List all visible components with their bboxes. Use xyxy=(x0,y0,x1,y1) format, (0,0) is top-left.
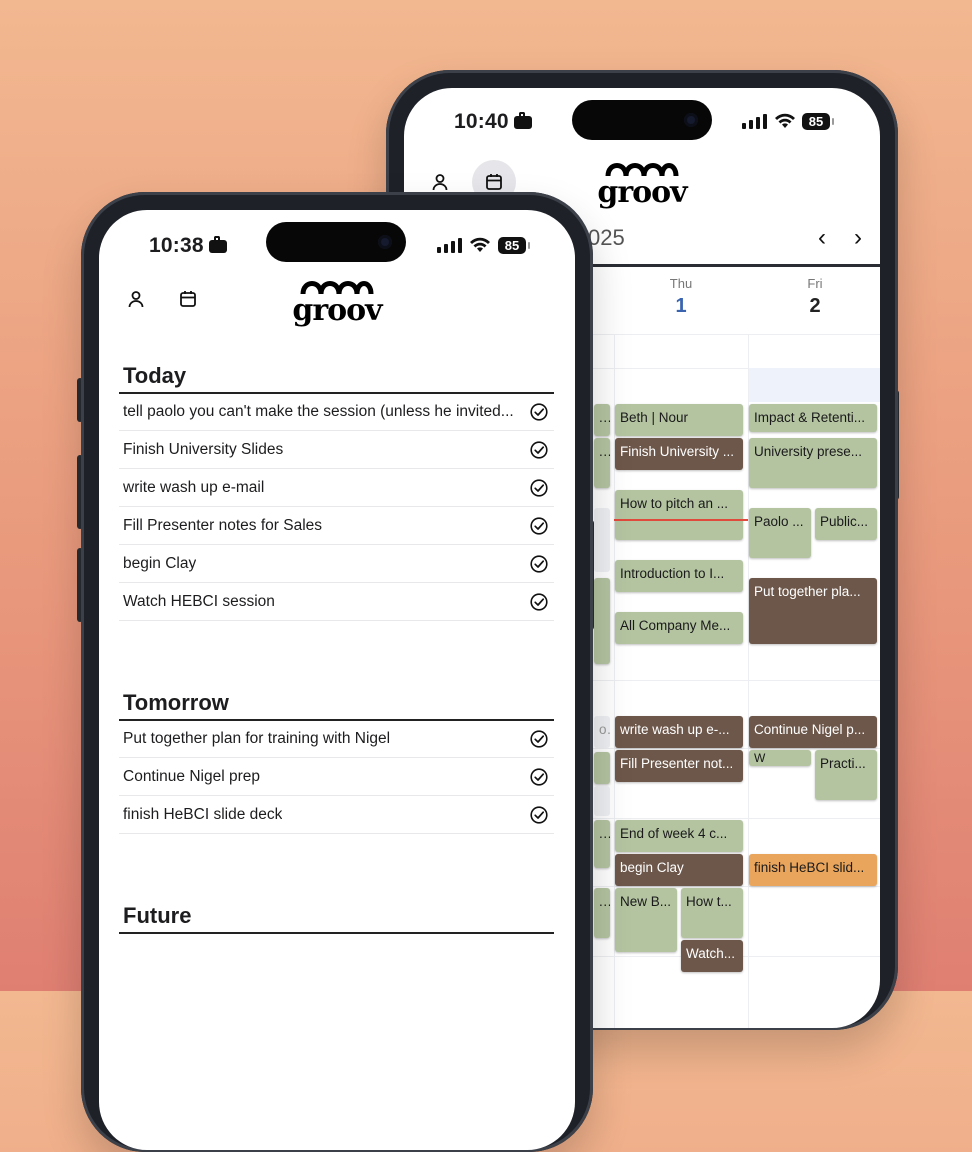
battery-indicator: 85 xyxy=(802,113,834,130)
calendar-event[interactable]: Public... xyxy=(815,508,877,540)
calendar-icon[interactable] xyxy=(176,287,200,311)
calendar-event[interactable] xyxy=(594,786,610,816)
calendar-event[interactable]: New B... xyxy=(615,888,677,952)
section-title-tomorrow: Tomorrow xyxy=(123,690,229,715)
check-circle-icon[interactable] xyxy=(530,592,548,611)
front-phone: 10:38 85 groov Today tell paolo you can'… xyxy=(81,192,593,1152)
battery-indicator: 85 xyxy=(498,237,530,254)
calendar-event[interactable]: Paolo ... xyxy=(749,508,811,558)
calendar-event[interactable]: finish HeBCI slid... xyxy=(749,854,877,886)
calendar-event[interactable]: How to pitch an ... xyxy=(615,490,743,540)
check-circle-icon[interactable] xyxy=(530,554,548,573)
calendar-event[interactable]: Introduction to I... xyxy=(615,560,743,592)
check-circle-icon[interactable] xyxy=(530,440,548,459)
task-item[interactable]: finish HeBCI slide deck xyxy=(119,796,554,834)
month-label: 025 xyxy=(588,225,625,250)
prev-week-button[interactable]: ‹ xyxy=(818,224,826,252)
wifi-icon xyxy=(470,237,490,252)
check-circle-icon[interactable] xyxy=(530,402,548,421)
check-circle-icon[interactable] xyxy=(530,729,548,748)
groov-logo: groov xyxy=(592,160,692,208)
calendar-event[interactable]: Put together pla... xyxy=(749,578,877,644)
task-item[interactable]: tell paolo you can't make the session (u… xyxy=(119,393,554,431)
check-circle-icon[interactable] xyxy=(530,767,548,786)
groov-logo: groov xyxy=(287,278,387,326)
work-focus-icon xyxy=(513,112,532,129)
signal-icon xyxy=(437,238,462,253)
calendar-event[interactable]: Practi... xyxy=(815,750,877,800)
profile-icon[interactable] xyxy=(124,287,148,311)
section-title-future: Future xyxy=(123,903,192,928)
calendar-event[interactable]: University prese... xyxy=(749,438,877,488)
task-item[interactable]: Finish University Slides xyxy=(119,431,554,469)
calendar-event[interactable]: ... xyxy=(594,438,610,488)
work-focus-icon xyxy=(208,236,227,253)
check-circle-icon[interactable] xyxy=(530,478,548,497)
task-item[interactable]: Put together plan for training with Nige… xyxy=(119,720,554,758)
calendar-event[interactable]: Impact & Retenti... xyxy=(749,404,877,432)
calendar-event[interactable]: End of week 4 c... xyxy=(615,820,743,852)
task-item[interactable]: begin Clay xyxy=(119,545,554,583)
calendar-event[interactable]: ... xyxy=(594,820,610,868)
dynamic-island xyxy=(572,100,712,140)
section-divider xyxy=(119,932,554,934)
calendar-event[interactable]: Watch... xyxy=(681,940,743,972)
front-phone-screen: 10:38 85 groov Today tell paolo you can'… xyxy=(99,210,575,1150)
next-week-button[interactable]: › xyxy=(854,224,862,252)
calendar-event[interactable]: All Company Me... xyxy=(615,612,743,644)
calendar-event[interactable]: Beth | Nour xyxy=(615,404,743,436)
calendar-event[interactable]: Continue Nigel p... xyxy=(749,716,877,748)
day-header-fri[interactable]: Fri 2 xyxy=(750,276,880,318)
section-title-today: Today xyxy=(123,363,187,388)
task-item[interactable]: Watch HEBCI session xyxy=(119,583,554,621)
calendar-event[interactable]: ... xyxy=(594,404,610,436)
task-item[interactable]: write wash up e-mail xyxy=(119,469,554,507)
calendar-event[interactable]: write wash up e-... xyxy=(615,716,743,748)
profile-icon[interactable] xyxy=(428,170,452,194)
calendar-event[interactable]: o xyxy=(594,716,610,748)
status-time: 10:38 xyxy=(149,234,227,258)
check-circle-icon[interactable] xyxy=(530,805,548,824)
status-time: 10:40 xyxy=(454,110,532,134)
current-time-line xyxy=(614,519,748,521)
calendar-event[interactable]: begin Clay xyxy=(615,854,743,886)
task-item[interactable]: Fill Presenter notes for Sales xyxy=(119,507,554,545)
signal-icon xyxy=(742,114,767,129)
today-highlight xyxy=(749,368,880,402)
calendar-event[interactable] xyxy=(594,752,610,784)
day-header-thu[interactable]: Thu 1 xyxy=(616,276,746,318)
check-circle-icon[interactable] xyxy=(530,516,548,535)
calendar-event[interactable] xyxy=(594,508,610,572)
calendar-event[interactable]: ... xyxy=(594,888,610,938)
task-item[interactable]: Continue Nigel prep xyxy=(119,758,554,796)
calendar-event[interactable]: Fill Presenter not... xyxy=(615,750,743,782)
calendar-icon[interactable] xyxy=(482,170,506,194)
calendar-event[interactable] xyxy=(594,578,610,664)
calendar-event[interactable]: Finish University ... xyxy=(615,438,743,470)
calendar-event[interactable]: W xyxy=(749,750,811,766)
dynamic-island xyxy=(266,222,406,262)
calendar-event[interactable]: How t... xyxy=(681,888,743,938)
wifi-icon xyxy=(775,113,795,128)
